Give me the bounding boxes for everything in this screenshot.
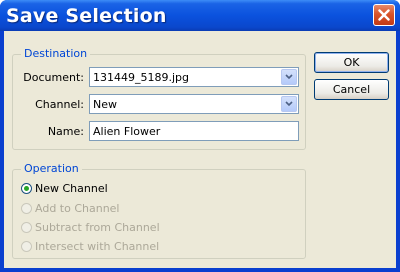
- radio-button[interactable]: [21, 240, 32, 252]
- radio-add-to-channel[interactable]: Add to Channel: [21, 201, 120, 215]
- destination-group: Destination Document: 131449_5189.jpg Ch…: [12, 47, 306, 150]
- document-value: 131449_5189.jpg: [93, 71, 190, 84]
- channel-select[interactable]: New: [89, 94, 299, 114]
- radio-new-channel[interactable]: New Channel: [21, 181, 108, 195]
- operation-group: Operation New Channel Add to Channel Sub…: [12, 162, 306, 259]
- document-select[interactable]: 131449_5189.jpg: [89, 67, 299, 87]
- name-label: Name:: [47, 125, 84, 138]
- radio-label: Subtract from Channel: [35, 220, 160, 234]
- chevron-down-icon[interactable]: [281, 69, 297, 85]
- radio-intersect-with-channel[interactable]: Intersect with Channel: [21, 239, 159, 253]
- radio-button[interactable]: [21, 202, 32, 214]
- channel-value: New: [93, 98, 117, 111]
- close-button[interactable]: [373, 4, 395, 26]
- close-icon: [378, 9, 390, 21]
- radio-label: Intersect with Channel: [35, 239, 160, 253]
- ok-button[interactable]: OK: [314, 52, 389, 73]
- radio-subtract-from-channel[interactable]: Subtract from Channel: [21, 220, 160, 234]
- chevron-down-icon[interactable]: [281, 96, 297, 112]
- name-field[interactable]: Alien Flower: [89, 121, 299, 141]
- window-title: Save Selection: [6, 5, 167, 27]
- dialog-body: Destination Document: 131449_5189.jpg Ch…: [4, 31, 396, 268]
- operation-legend: Operation: [21, 162, 82, 175]
- channel-label: Channel:: [35, 98, 84, 111]
- radio-button[interactable]: [21, 221, 32, 233]
- radio-label: New Channel: [35, 181, 108, 195]
- cancel-button[interactable]: Cancel: [314, 79, 389, 100]
- dialog-window: Save Selection Destination Document: 131…: [0, 0, 400, 272]
- radio-button[interactable]: [21, 182, 32, 194]
- radio-label: Add to Channel: [35, 201, 120, 215]
- document-label: Document:: [23, 71, 84, 84]
- destination-legend: Destination: [21, 47, 91, 60]
- title-bar[interactable]: Save Selection: [0, 0, 400, 31]
